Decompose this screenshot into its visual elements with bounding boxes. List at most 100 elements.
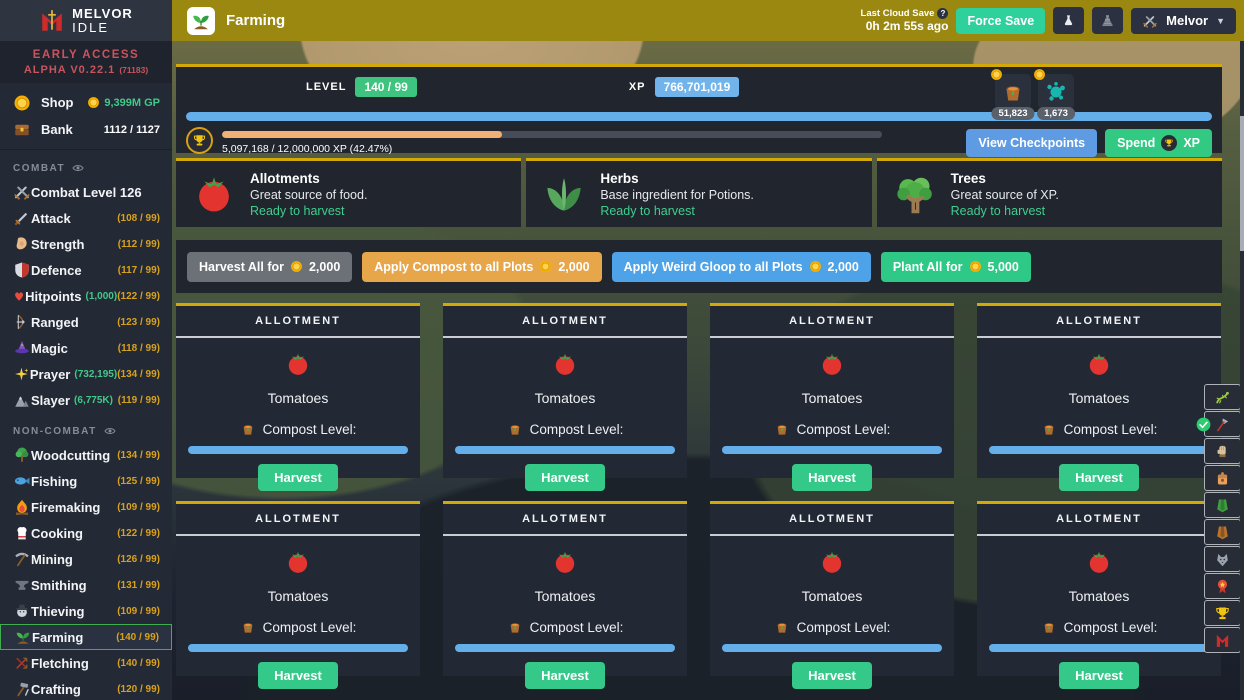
minibar-item-cape-green[interactable] — [1204, 492, 1241, 518]
sidebar-item-strength[interactable]: Strength(112 / 99) — [0, 231, 172, 257]
sidebar-item-crafting[interactable]: Crafting(120 / 99) — [0, 676, 172, 700]
xp-group: XP 766,701,019 — [629, 77, 739, 97]
category-card-trees[interactable]: TreesGreat source of XP.Ready to harvest — [877, 158, 1222, 227]
minibar-item-melvor-m[interactable] — [1204, 627, 1241, 653]
harvest-button[interactable]: Harvest — [1059, 464, 1139, 491]
plot-type-header: ALLOTMENT — [443, 504, 687, 536]
mastery-item-gloop[interactable]: 1,673 — [1038, 74, 1074, 109]
skill-label: Fishing — [31, 474, 77, 489]
apply-compost-to-all-plots-button[interactable]: Apply Compost to all Plots 2,000 — [362, 252, 601, 282]
farming-skill-icon — [187, 7, 215, 35]
minibar-item-axe[interactable] — [1204, 411, 1241, 437]
minibar-item-wolf[interactable] — [1204, 546, 1241, 572]
plot-crop-name: Tomatoes — [455, 390, 675, 406]
minibar-item-gecko[interactable] — [1204, 384, 1241, 410]
sidebar-item-farming[interactable]: Farming(140 / 99) — [0, 624, 172, 650]
brand-line1: MELVOR — [72, 7, 133, 21]
help-icon[interactable]: ? — [937, 8, 948, 19]
sidebar-item-combat-level-126[interactable]: Combat Level 126 — [0, 179, 172, 205]
scrollbar-thumb[interactable] — [1240, 116, 1244, 251]
trophy-icon — [1161, 135, 1177, 151]
harvest-button[interactable]: Harvest — [792, 464, 872, 491]
force-save-button[interactable]: Force Save — [956, 8, 1045, 34]
harvest-button[interactable]: Harvest — [1059, 662, 1139, 689]
plot-type-header: ALLOTMENT — [977, 306, 1221, 338]
sidebar-item-prayer[interactable]: Prayer(732,195)(134 / 99) — [0, 361, 172, 387]
sidebar-item-slayer[interactable]: Slayer(6,775K)(119 / 99) — [0, 387, 172, 413]
tree-side-icon — [13, 446, 31, 464]
harvest-button[interactable]: Harvest — [258, 662, 338, 689]
compost-progress-bar — [989, 644, 1209, 652]
apply-weird-gloop-to-all-plots-button[interactable]: Apply Weird Gloop to all Plots2,000 — [612, 252, 871, 282]
plot-card: ALLOTMENTTomatoesCompost Level:Harvest — [977, 501, 1221, 676]
pool-progress-text: 5,097,168 / 12,000,000 XP (42.47%) — [222, 143, 882, 155]
harvest-button[interactable]: Harvest — [258, 464, 338, 491]
harvest-all-for-button[interactable]: Harvest All for2,000 — [187, 252, 352, 282]
coin-icon — [87, 96, 100, 109]
tools-icon — [13, 680, 31, 698]
spend-mastery-xp-button[interactable]: Spend XP — [1105, 129, 1212, 157]
scrollbar[interactable] — [1240, 41, 1244, 700]
sword-icon — [13, 209, 31, 227]
view-checkpoints-button[interactable]: View Checkpoints — [966, 129, 1097, 157]
minibar — [1204, 384, 1241, 653]
sidebar-item-cooking[interactable]: Cooking(122 / 99) — [0, 520, 172, 546]
sidebar-item-hitpoints[interactable]: Hitpoints(1,000)(122 / 99) — [0, 283, 172, 309]
skill-xp-panel: LEVEL 140 / 99 XP 766,701,019 51,8231,67… — [176, 64, 1222, 153]
plant-all-for-button[interactable]: Plant All for5,000 — [881, 252, 1031, 282]
category-card-allotments[interactable]: AllotmentsGreat source of food.Ready to … — [176, 158, 521, 227]
mastery-item-compost[interactable]: 51,823 — [995, 74, 1031, 109]
action-cost: 2,000 — [558, 260, 589, 274]
sidebar-item-firemaking[interactable]: Firemaking(109 / 99) — [0, 494, 172, 520]
plot-crop-name: Tomatoes — [455, 588, 675, 604]
sidebar-item-shop[interactable]: Shop 9,399M GP — [0, 89, 172, 116]
category-title: Allotments — [250, 171, 367, 186]
skill-label: Crafting — [31, 682, 81, 697]
trophy-icon — [192, 133, 207, 148]
minibar-item-medal[interactable] — [1204, 573, 1241, 599]
sidebar-item-defence[interactable]: Defence(117 / 99) — [0, 257, 172, 283]
compost-level-row: Compost Level: — [722, 619, 942, 635]
sidebar-item-magic[interactable]: Magic(118 / 99) — [0, 335, 172, 361]
melvor-logo[interactable]: MELVOR IDLE — [0, 0, 172, 41]
shrine-button[interactable] — [1092, 7, 1123, 34]
sidebar-item-attack[interactable]: Attack (108 / 99) — [0, 205, 172, 231]
compost-level-row: Compost Level: — [188, 619, 408, 635]
sidebar-item-fishing[interactable]: Fishing(125 / 99) — [0, 468, 172, 494]
sidebar-item-woodcutting[interactable]: Woodcutting(134 / 99) — [0, 442, 172, 468]
plot-body: TomatoesCompost Level:Harvest — [443, 536, 687, 689]
sidebar-item-ranged[interactable]: Ranged(123 / 99) — [0, 309, 172, 335]
sidebar-item-thieving[interactable]: Thieving(109 / 99) — [0, 598, 172, 624]
skill-level: (108 / 99) — [117, 213, 160, 224]
account-menu-button[interactable]: Melvor ▼ — [1131, 8, 1236, 34]
coin-icon — [1033, 68, 1046, 81]
sidebar-item-mining[interactable]: Mining(126 / 99) — [0, 546, 172, 572]
cloud-save-status: Last Cloud Save ? 0h 2m 55s ago — [861, 8, 949, 34]
category-card-herbs[interactable]: HerbsBase ingredient for Potions.Ready t… — [526, 158, 871, 227]
harvest-button[interactable]: Harvest — [525, 464, 605, 491]
harvest-button[interactable]: Harvest — [525, 662, 605, 689]
section-label-text: NON-COMBAT — [13, 426, 97, 437]
sidebar-item-fletching[interactable]: Fletching(140 / 99) — [0, 650, 172, 676]
skill-level: (118 / 99) — [118, 343, 160, 354]
plot-card: ALLOTMENTTomatoesCompost Level:Harvest — [176, 303, 420, 478]
compost-progress-bar — [989, 446, 1209, 454]
skill-label: Attack — [31, 211, 71, 226]
minibar-item-trophy[interactable] — [1204, 600, 1241, 626]
minibar-item-cape-orange[interactable] — [1204, 519, 1241, 545]
sidebar-item-smithing[interactable]: Smithing(131 / 99) — [0, 572, 172, 598]
skill-label: Strength — [31, 237, 84, 252]
tomato-icon — [819, 549, 845, 575]
plot-body: TomatoesCompost Level:Harvest — [443, 338, 687, 491]
action-label: Apply Compost to all Plots — [374, 260, 533, 274]
compost-icon — [240, 619, 256, 635]
minibar-item-glove[interactable] — [1204, 438, 1241, 464]
minibar-item-bag[interactable] — [1204, 465, 1241, 491]
plot-type-header: ALLOTMENT — [710, 306, 954, 338]
cloud-save-value: 0h 2m 55s ago — [861, 19, 949, 33]
harvest-button[interactable]: Harvest — [792, 662, 872, 689]
potion-button[interactable] — [1053, 7, 1084, 34]
plot-crop-name: Tomatoes — [989, 390, 1209, 406]
check-badge-icon — [1196, 417, 1211, 432]
sidebar-item-bank[interactable]: Bank 1112 / 1127 — [0, 116, 172, 143]
